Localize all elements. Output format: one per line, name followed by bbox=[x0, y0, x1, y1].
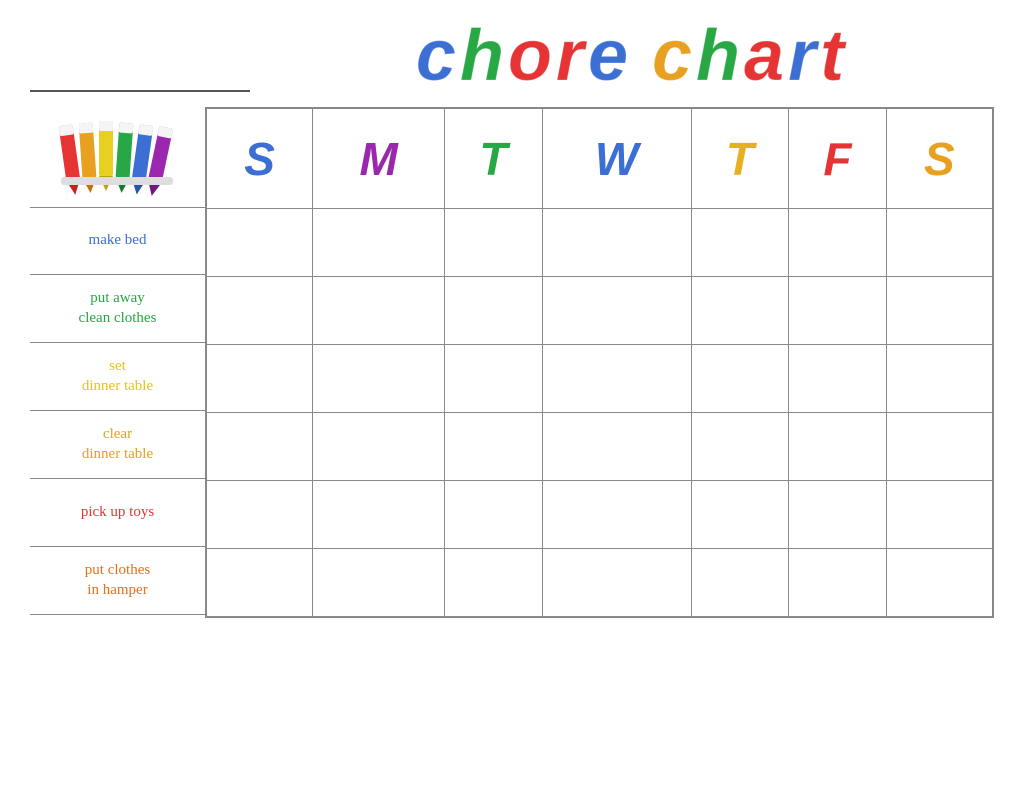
cell[interactable] bbox=[313, 345, 445, 413]
cell[interactable] bbox=[886, 277, 992, 345]
title-letter-r: r bbox=[556, 16, 588, 96]
cell[interactable] bbox=[445, 277, 543, 345]
table-row bbox=[207, 481, 993, 549]
title-letter-a: a bbox=[744, 16, 788, 96]
cell[interactable] bbox=[207, 413, 313, 481]
day-header-monday: M bbox=[313, 109, 445, 209]
chore-label-put-away: put awayclean clothes bbox=[30, 275, 205, 343]
cell[interactable] bbox=[886, 481, 992, 549]
cell[interactable] bbox=[886, 549, 992, 617]
cell[interactable] bbox=[691, 413, 789, 481]
cell[interactable] bbox=[789, 345, 887, 413]
chore-grid: S M T W T F S bbox=[206, 108, 993, 617]
cell[interactable] bbox=[313, 549, 445, 617]
cell[interactable] bbox=[691, 277, 789, 345]
cell[interactable] bbox=[445, 549, 543, 617]
day-header-friday: F bbox=[789, 109, 887, 209]
chore-label-clear-dinner: cleardinner table bbox=[30, 411, 205, 479]
left-column: make bed put awayclean clothes setdinner… bbox=[30, 107, 205, 618]
cell[interactable] bbox=[207, 345, 313, 413]
title-letter-h2: h bbox=[696, 16, 744, 96]
cell[interactable] bbox=[691, 481, 789, 549]
table-row bbox=[207, 345, 993, 413]
cell[interactable] bbox=[542, 277, 691, 345]
cell[interactable] bbox=[691, 209, 789, 277]
chore-label-put-clothes: put clothesin hamper bbox=[30, 547, 205, 615]
cell[interactable] bbox=[207, 549, 313, 617]
cell[interactable] bbox=[886, 209, 992, 277]
cell[interactable] bbox=[691, 345, 789, 413]
cell[interactable] bbox=[789, 277, 887, 345]
table-row bbox=[207, 277, 993, 345]
cell[interactable] bbox=[313, 277, 445, 345]
grid-container: S M T W T F S bbox=[205, 107, 994, 618]
day-header-tuesday: T bbox=[445, 109, 543, 209]
day-header-saturday: S bbox=[886, 109, 992, 209]
name-line bbox=[30, 62, 250, 92]
table-row bbox=[207, 549, 993, 617]
cell[interactable] bbox=[886, 345, 992, 413]
chore-label-make-bed: make bed bbox=[30, 207, 205, 275]
title-letter-c: c bbox=[416, 16, 460, 96]
cell[interactable] bbox=[542, 345, 691, 413]
crayons-area bbox=[30, 107, 205, 207]
header-row: S M T W T F S bbox=[207, 109, 993, 209]
cell[interactable] bbox=[691, 549, 789, 617]
cell[interactable] bbox=[542, 209, 691, 277]
cell[interactable] bbox=[445, 209, 543, 277]
cell[interactable] bbox=[542, 549, 691, 617]
page-title: chore chart bbox=[416, 20, 848, 92]
day-header-thursday: T bbox=[691, 109, 789, 209]
title-letter-t: t bbox=[820, 16, 848, 96]
table-row bbox=[207, 413, 993, 481]
cell[interactable] bbox=[445, 345, 543, 413]
cell[interactable] bbox=[313, 413, 445, 481]
header: chore chart bbox=[30, 20, 994, 97]
cell[interactable] bbox=[313, 209, 445, 277]
main-content: make bed put awayclean clothes setdinner… bbox=[30, 107, 994, 618]
cell[interactable] bbox=[789, 481, 887, 549]
title-letter-h: h bbox=[460, 16, 508, 96]
cell[interactable] bbox=[789, 209, 887, 277]
cell[interactable] bbox=[313, 481, 445, 549]
cell[interactable] bbox=[207, 209, 313, 277]
chore-label-set-dinner: setdinner table bbox=[30, 343, 205, 411]
cell[interactable] bbox=[542, 481, 691, 549]
page: chore chart bbox=[0, 0, 1024, 791]
title-letter-o: o bbox=[508, 16, 556, 96]
cell[interactable] bbox=[542, 413, 691, 481]
day-header-sunday: S bbox=[207, 109, 313, 209]
title-letter-c2: c bbox=[652, 16, 696, 96]
table-row bbox=[207, 209, 993, 277]
cell[interactable] bbox=[445, 413, 543, 481]
day-header-wednesday: W bbox=[542, 109, 691, 209]
title-letter-r2: r bbox=[788, 16, 820, 96]
cell[interactable] bbox=[886, 413, 992, 481]
cell[interactable] bbox=[789, 413, 887, 481]
chore-label-pick-up: pick up toys bbox=[30, 479, 205, 547]
crayons-icon bbox=[53, 115, 183, 200]
cell[interactable] bbox=[207, 277, 313, 345]
cell[interactable] bbox=[789, 549, 887, 617]
cell[interactable] bbox=[207, 481, 313, 549]
title-container: chore chart bbox=[270, 20, 994, 92]
cell[interactable] bbox=[445, 481, 543, 549]
title-letter-e: e bbox=[588, 16, 632, 96]
